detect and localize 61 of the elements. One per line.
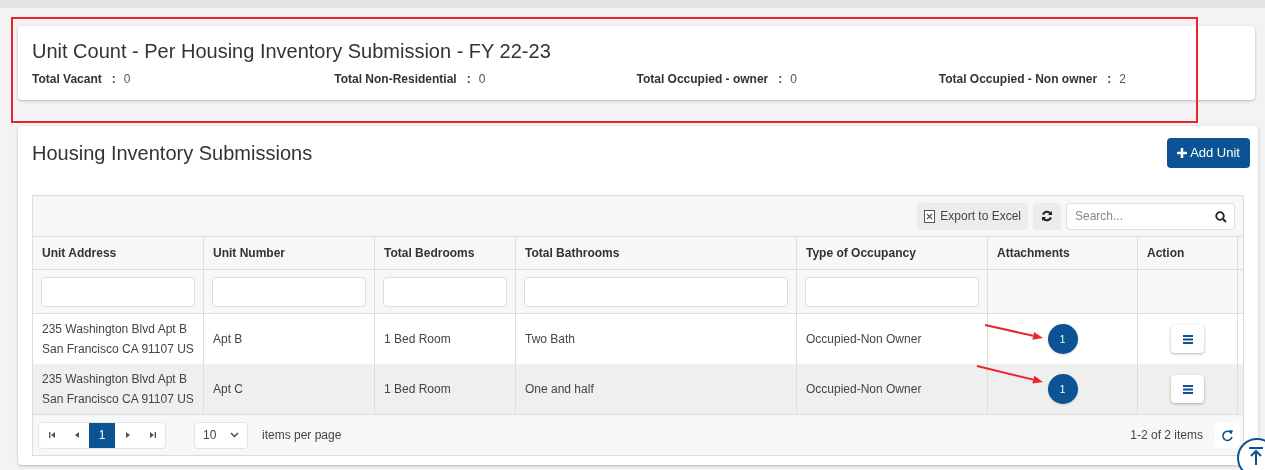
menu-icon [1182, 334, 1193, 344]
attachment-count-button[interactable]: 1 [1047, 324, 1078, 354]
search-icon [1215, 210, 1227, 223]
last-page-icon [148, 431, 157, 439]
pager-info: 1-2 of 2 items [1130, 427, 1203, 444]
separator: : [466, 71, 471, 88]
stat-label: Total Non-Residential [334, 71, 457, 88]
search-field[interactable]: Search... [1066, 202, 1235, 230]
refresh-icon [1041, 210, 1053, 222]
page-size-dropdown[interactable]: 10 [194, 421, 248, 449]
stat-value: 0 [123, 71, 131, 88]
first-page-icon [47, 431, 56, 439]
table-cell-text: Apt C [213, 381, 243, 398]
menu-icon [1182, 384, 1193, 394]
action-menu-button[interactable] [1171, 375, 1204, 403]
page-button[interactable]: 1 [89, 422, 115, 448]
separator: : [1107, 71, 1112, 88]
table-cell-text: 235 Washington Blvd Apt B San Francisco CA 91107 US [42, 321, 194, 358]
reload-icon [1221, 428, 1234, 442]
table-cell-text: 1 Bed Room [384, 331, 451, 348]
column-header[interactable]: Type of Occupancy [797, 237, 988, 269]
add-unit-button[interactable]: Add Unit [1167, 138, 1250, 168]
table-cell-text: Occupied-Non Owner [806, 381, 922, 398]
stat-value: 2 [1119, 71, 1126, 88]
column-header[interactable]: Unit Number [204, 237, 375, 269]
separator: : [111, 71, 116, 88]
table-cell-text: 235 Washington Blvd Apt B San Francisco CA 91107 US [42, 371, 194, 408]
attachment-count-button[interactable]: 1 [1047, 374, 1078, 404]
refresh-button[interactable] [1033, 202, 1061, 230]
filter-field[interactable] [212, 276, 366, 307]
stat-label: Total Occupied - owner [636, 71, 769, 88]
separator: : [778, 71, 783, 88]
table-cell-text: Occupied-Non Owner [806, 331, 922, 348]
stat-value: 0 [478, 71, 486, 88]
card-title: Housing Inventory Submissions [32, 141, 313, 166]
stat-label: Total Vacant [32, 71, 102, 88]
filter-field[interactable] [383, 276, 507, 307]
stat-label: Total Occupied - Non owner [938, 71, 1098, 88]
table-cell-text: Apt B [213, 331, 243, 348]
card-title: Unit Count - Per Housing Inventory Submission - FY 22-23 [32, 39, 552, 64]
filter-field[interactable] [41, 276, 195, 307]
column-header[interactable]: Total Bedrooms [375, 237, 516, 269]
next-page-icon [123, 431, 132, 439]
spreadsheet-file-icon [924, 209, 936, 223]
reload-button[interactable] [1215, 422, 1240, 448]
filter-field[interactable] [805, 276, 979, 307]
column-header[interactable]: Total Bathrooms [516, 237, 797, 269]
table-cell-text: Two Bath [525, 331, 576, 348]
action-menu-button[interactable] [1171, 325, 1204, 353]
page-size-label: items per page [262, 427, 342, 444]
table-cell-text: 1 Bed Room [384, 381, 451, 398]
export-button[interactable]: Export to Excel [917, 202, 1028, 230]
plus-icon [1177, 148, 1188, 158]
chevron-down-icon [230, 432, 239, 438]
column-header[interactable]: Attachments [988, 237, 1138, 269]
table-cell-text: One and half [525, 381, 594, 398]
filter-field[interactable] [524, 276, 788, 307]
arrow-up-icon [1248, 447, 1264, 465]
column-header[interactable]: Action [1138, 237, 1238, 269]
column-header[interactable]: Unit Address [33, 237, 204, 269]
stat-value: 0 [790, 71, 797, 88]
